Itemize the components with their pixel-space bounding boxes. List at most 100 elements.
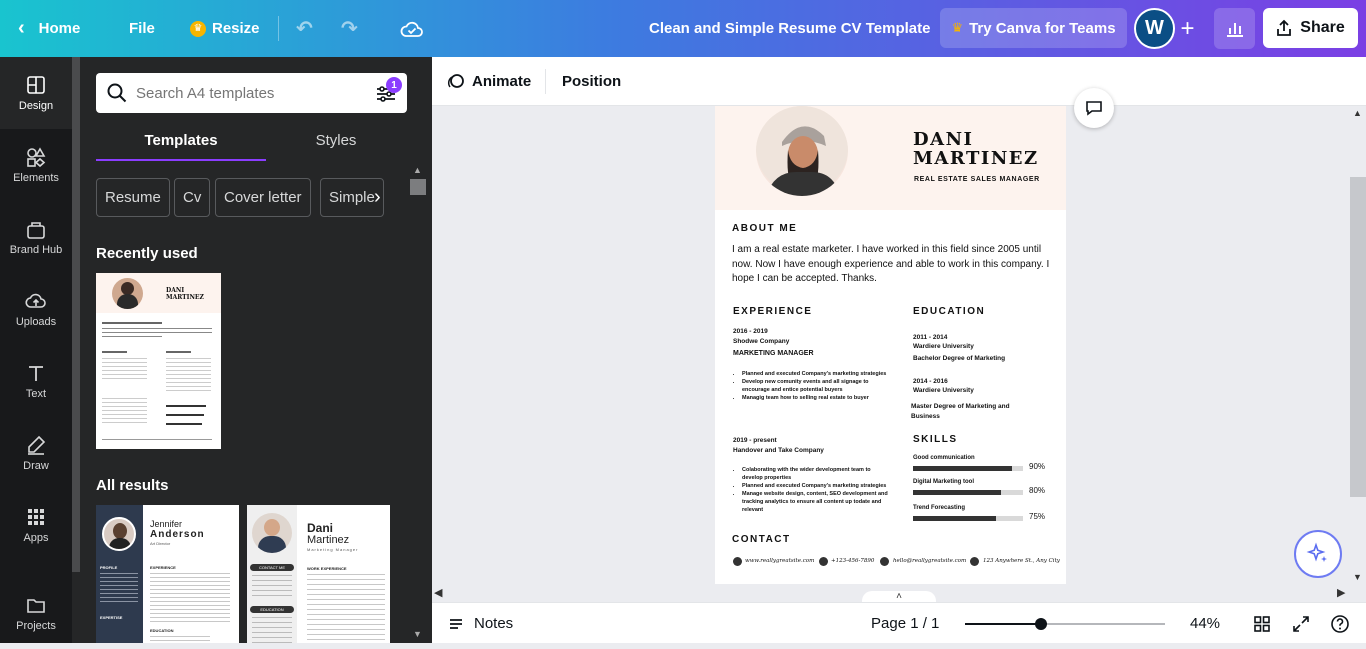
file-menu-button[interactable]: File (129, 0, 155, 57)
skill-name[interactable]: Good communication (913, 454, 975, 462)
text-icon (29, 366, 43, 381)
edu2-degree[interactable]: Master Degree of Marketing and Business (911, 402, 1031, 422)
exp1-dates[interactable]: 2016 - 2019 (733, 328, 768, 336)
resize-label: Resize (212, 20, 260, 37)
skill-name[interactable]: Trend Forecasting (913, 504, 965, 512)
resume-role[interactable]: REAL ESTATE SALES MANAGER (914, 176, 1040, 183)
rail-item-apps[interactable]: Apps (0, 489, 72, 561)
divider (278, 16, 279, 41)
edu1-degree[interactable]: Bachelor Degree of Marketing (913, 355, 1005, 363)
exp2-bullets[interactable]: Colaborating with the wider development … (732, 466, 892, 514)
about-heading[interactable]: ABOUT ME (732, 223, 797, 234)
profile-photo[interactable] (756, 106, 848, 196)
edu2-school[interactable]: Wardiere University (913, 387, 974, 395)
zoom-level[interactable]: 44% (1190, 603, 1220, 644)
skill-bar (913, 466, 1023, 471)
position-button[interactable]: Position (562, 57, 621, 106)
edu2-dates[interactable]: 2014 - 2016 (913, 378, 948, 386)
skill-name[interactable]: Digital Marketing tool (913, 478, 974, 486)
skill-percent[interactable]: 90% (1029, 462, 1045, 471)
user-avatar[interactable]: W (1134, 8, 1175, 49)
search-box[interactable]: 1 (96, 73, 407, 113)
rail-item-uploads[interactable]: Uploads (0, 273, 72, 345)
help-icon[interactable] (1330, 603, 1350, 644)
experience-heading[interactable]: EXPERIENCE (733, 306, 812, 317)
rail-item-brand-hub[interactable]: Brand Hub (0, 201, 72, 273)
grid-view-icon[interactable] (1253, 603, 1271, 644)
redo-icon[interactable]: ↷ (341, 0, 358, 57)
scroll-left-arrow[interactable]: ◀ (434, 586, 442, 599)
undo-icon[interactable]: ↶ (296, 0, 313, 57)
exp1-role[interactable]: MARKETING MANAGER (733, 350, 814, 358)
skill-percent[interactable]: 75% (1029, 512, 1045, 521)
exp2-company[interactable]: Handover and Take Company (733, 447, 824, 455)
document-title[interactable]: Clean and Simple Resume CV Template (649, 0, 930, 57)
add-comment-button[interactable] (1074, 88, 1114, 128)
skills-heading[interactable]: SKILLS (913, 434, 958, 445)
insights-chart-icon[interactable] (1214, 8, 1255, 49)
zoom-slider-handle[interactable] (1035, 618, 1047, 630)
scroll-right-arrow[interactable]: ▶ (1337, 586, 1345, 599)
recent-template-thumbnail[interactable]: DANI MARTINEZ (96, 273, 221, 449)
rail-item-elements[interactable]: Elements (0, 129, 72, 201)
exp1-bullets[interactable]: Planned and executed Company's marketing… (732, 370, 887, 402)
template-thumbnail-anderson[interactable]: Jennifer Anderson Art Director PROFILE E… (96, 505, 239, 643)
animate-label: Animate (472, 73, 532, 90)
template-thumbnail-martinez[interactable]: Dani Martinez Marketing Manager CONTACT … (247, 505, 390, 643)
tab-templates[interactable]: Templates (96, 129, 266, 161)
canvas-scroll-thumb[interactable] (1350, 177, 1366, 497)
about-text[interactable]: I am a real estate marketer. I have work… (732, 243, 1050, 287)
scroll-down-arrow[interactable]: ▼ (413, 629, 422, 639)
animate-button[interactable]: Animate (446, 57, 531, 106)
chevron-right-icon[interactable]: › (374, 186, 381, 209)
try-canva-teams-button[interactable]: ♛ Try Canva for Teams (940, 8, 1127, 48)
notes-button[interactable]: Notes (448, 603, 513, 644)
search-input[interactable] (136, 83, 366, 103)
skill-percent[interactable]: 80% (1029, 486, 1045, 495)
edu1-dates[interactable]: 2011 - 2014 (913, 334, 947, 342)
contact-email[interactable]: hello@reallygreatsite.com (893, 558, 966, 564)
thumb-section-work: WORK EXPERIENCE (307, 566, 347, 571)
page-indicator[interactable]: Page 1 / 1 (871, 603, 939, 644)
scroll-up-arrow[interactable]: ▲ (1353, 108, 1362, 118)
home-button[interactable]: ‹ Home (18, 0, 80, 57)
pen-icon (28, 435, 46, 455)
scroll-down-arrow[interactable]: ▼ (1353, 572, 1362, 582)
divider (545, 69, 546, 94)
chip-cv[interactable]: Cv (174, 178, 211, 217)
panel-scroll-thumb[interactable] (410, 179, 426, 195)
comment-icon (1086, 101, 1102, 116)
bullet-item: Planned and executed Company's marketing… (742, 370, 887, 378)
rail-item-design[interactable]: Design (0, 57, 72, 129)
thumb-section-experience: EXPERIENCE (150, 565, 176, 570)
panel-outer-scrollbar[interactable] (72, 57, 80, 572)
rail-item-draw[interactable]: Draw (0, 417, 72, 489)
education-heading[interactable]: EDUCATION (913, 306, 985, 317)
rail-item-projects[interactable]: Projects (0, 577, 72, 649)
crown-icon: ♛ (190, 20, 206, 37)
contact-address[interactable]: 123 Anywhere St., Any City (983, 558, 1060, 564)
thumb-section-contact: CONTACT ME (250, 564, 294, 571)
add-collaborator-icon[interactable]: + (1175, 16, 1200, 41)
recently-used-heading: Recently used (96, 245, 198, 262)
resume-name[interactable]: DANI MARTINEZ (913, 130, 1039, 168)
design-canvas[interactable]: DANI MARTINEZ REAL ESTATE SALES MANAGER A… (432, 106, 1350, 602)
rail-item-text[interactable]: Text (0, 345, 72, 417)
magic-assistant-button[interactable] (1294, 530, 1342, 578)
resize-button[interactable]: ♛ Resize (190, 0, 260, 57)
scroll-up-arrow[interactable]: ▲ (413, 165, 422, 175)
contact-heading[interactable]: CONTACT (732, 534, 791, 545)
exp1-company[interactable]: Shodwe Company (733, 338, 789, 346)
edu1-school[interactable]: Wardiere University (913, 343, 974, 351)
resume-page[interactable]: DANI MARTINEZ REAL ESTATE SALES MANAGER A… (715, 106, 1066, 584)
fullscreen-icon[interactable] (1292, 603, 1310, 644)
chip-resume[interactable]: Resume (96, 178, 170, 217)
exp2-dates[interactable]: 2019 - present (733, 437, 777, 445)
contact-phone[interactable]: +123-456-7890 (831, 558, 874, 564)
contact-website[interactable]: www.reallygreatsite.com (745, 558, 814, 564)
chip-cover-letter[interactable]: Cover letter (215, 178, 311, 217)
cloud-saved-icon[interactable] (400, 0, 424, 57)
tab-styles[interactable]: Styles (251, 129, 421, 161)
rail-label: Brand Hub (9, 244, 63, 256)
share-button[interactable]: Share (1263, 8, 1358, 48)
